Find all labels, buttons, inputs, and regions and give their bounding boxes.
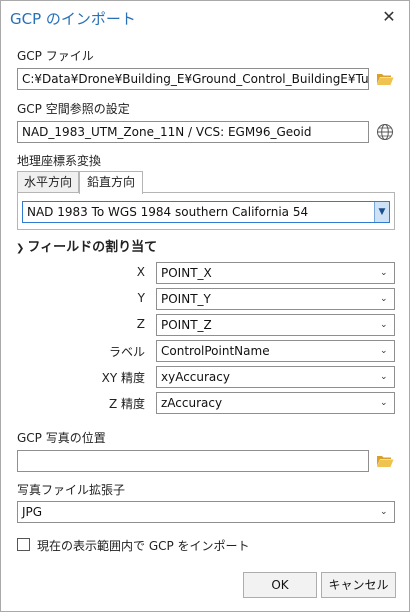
photo-extension-select[interactable]: JPG ⌄ <box>17 501 395 523</box>
chevron-down-icon: ⌄ <box>380 507 388 517</box>
browse-folder-icon[interactable] <box>376 72 394 86</box>
spatial-reference-input[interactable]: NAD_1983_UTM_Zone_11N / VCS: EGM96_Geoid <box>17 121 369 143</box>
tab-vertical[interactable]: 鉛直方向 <box>79 171 143 194</box>
field-x-value: POINT_X <box>161 266 212 280</box>
chevron-down-icon: ⌄ <box>380 346 388 356</box>
field-z-accuracy-label: Z 精度 <box>108 397 145 411</box>
import-gcp-dialog: GCP のインポート ✕ GCP ファイル C:¥Data¥Drone¥Buil… <box>0 0 410 612</box>
field-label-value: ControlPointName <box>161 344 270 358</box>
field-z-accuracy-select[interactable]: zAccuracy ⌄ <box>156 392 395 414</box>
field-z-label: Z <box>136 317 145 331</box>
photo-location-label: GCP 写真の位置 <box>17 431 106 445</box>
globe-icon[interactable] <box>376 123 394 141</box>
tab-horizontal[interactable]: 水平方向 <box>17 171 79 193</box>
chevron-down-icon: ⌄ <box>380 372 388 382</box>
field-xy-accuracy-select[interactable]: xyAccuracy ⌄ <box>156 366 395 388</box>
field-x-select[interactable]: POINT_X ⌄ <box>156 262 395 284</box>
field-xy-accuracy-label: XY 精度 <box>101 371 145 385</box>
chevron-down-icon[interactable]: ▼ <box>374 202 389 222</box>
gcp-file-input[interactable]: C:¥Data¥Drone¥Building_E¥Ground_Control_… <box>17 68 369 90</box>
field-mapping-title: フィールドの割り当て <box>27 240 158 255</box>
field-label-select[interactable]: ControlPointName ⌄ <box>156 340 395 362</box>
chevron-down-icon: ⌄ <box>380 320 388 330</box>
chevron-down-icon: ❯ <box>16 243 25 254</box>
field-y-label: Y <box>137 291 145 305</box>
field-z-select[interactable]: POINT_Z ⌄ <box>156 314 395 336</box>
chevron-down-icon: ⌄ <box>380 294 388 304</box>
field-y-select[interactable]: POINT_Y ⌄ <box>156 288 395 310</box>
field-mapping-header[interactable]: ❯ フィールドの割り当て <box>16 236 157 255</box>
photo-extension-label: 写真ファイル拡張子 <box>17 483 126 497</box>
close-icon[interactable]: ✕ <box>379 7 399 27</box>
transformation-panel: NAD 1983 To WGS 1984 southern California… <box>17 192 395 230</box>
field-x-label: X <box>136 265 145 279</box>
photo-location-input[interactable] <box>17 450 369 472</box>
gcp-file-label: GCP ファイル <box>17 49 94 63</box>
cancel-button[interactable]: キャンセル <box>321 572 396 598</box>
field-xy-accuracy-value: xyAccuracy <box>161 370 230 384</box>
field-z-value: POINT_Z <box>161 318 212 332</box>
chevron-down-icon: ⌄ <box>380 268 388 278</box>
import-in-extent-checkbox[interactable] <box>17 538 30 551</box>
transformation-label: 地理座標系変換 <box>17 154 102 168</box>
spatial-reference-label: GCP 空間参照の設定 <box>17 102 130 116</box>
field-y-value: POINT_Y <box>161 292 211 306</box>
photo-extension-value: JPG <box>22 505 43 519</box>
field-label-label: ラベル <box>108 345 145 359</box>
chevron-down-icon: ⌄ <box>380 398 388 408</box>
field-z-accuracy-value: zAccuracy <box>161 396 223 410</box>
transformation-select[interactable]: NAD 1983 To WGS 1984 southern California… <box>22 201 390 223</box>
ok-button[interactable]: OK <box>243 572 317 598</box>
transformation-value: NAD 1983 To WGS 1984 southern California… <box>27 205 309 219</box>
dialog-title: GCP のインポート <box>10 10 136 28</box>
browse-folder-icon[interactable] <box>376 454 394 468</box>
import-in-extent-label: 現在の表示範囲内で GCP をインポート <box>37 539 250 553</box>
